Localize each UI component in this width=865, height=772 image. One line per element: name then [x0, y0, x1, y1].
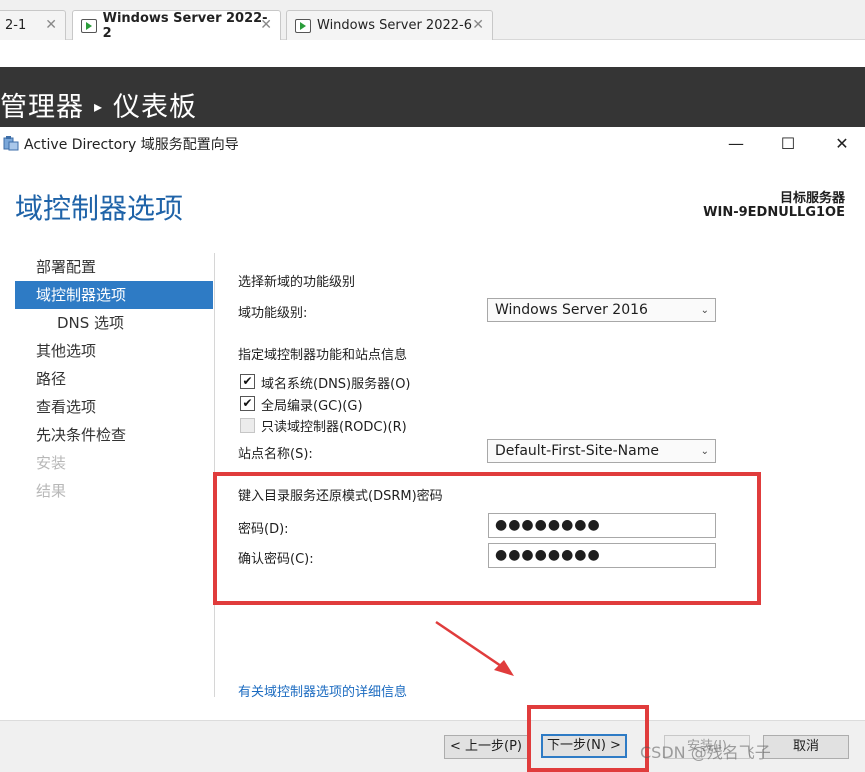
vm-icon	[295, 18, 311, 33]
vm-icon	[81, 19, 97, 33]
annotation-arrow-icon	[435, 620, 514, 676]
chevron-down-icon: ⌄	[700, 446, 709, 457]
vm-toolbar-gap	[0, 40, 865, 67]
rodc-checkbox-label: 只读域控制器(RODC)(R)	[261, 420, 407, 435]
server-manager-title: 管理器 ▸ 仪表板	[0, 92, 198, 123]
domain-level-select[interactable]: Windows Server 2016 ⌄	[487, 298, 716, 322]
nav-item-review[interactable]: 查看选项	[15, 393, 213, 421]
nav-item-additional-options[interactable]: 其他选项	[15, 337, 213, 365]
vm-tab-bar: 2-1 ✕ Windows Server 2022-2 ✕ Windows Se…	[0, 0, 865, 41]
dsrm-highlight-box	[213, 472, 761, 605]
minimize-icon[interactable]: —	[713, 127, 759, 159]
breadcrumb-separator-icon: ▸	[94, 97, 104, 116]
vm-tab-3[interactable]: Windows Server 2022-6 ✕	[286, 10, 493, 40]
page-title: 域控制器选项	[15, 192, 184, 225]
server-manager-header: 管理器 ▸ 仪表板	[0, 67, 865, 127]
gc-checkbox-label[interactable]: 全局编录(GC)(G)	[261, 395, 363, 414]
nav-item-results: 结果	[36, 482, 67, 500]
vm-tab-2[interactable]: Windows Server 2022-2 ✕	[72, 10, 281, 41]
next-highlight-box	[527, 705, 649, 772]
chevron-down-icon: ⌄	[700, 305, 709, 316]
wizard-title: Active Directory 域服务配置向导	[24, 137, 239, 153]
close-icon[interactable]: ✕	[260, 17, 272, 33]
nav-item-paths[interactable]: 路径	[15, 365, 213, 393]
cancel-button[interactable]: 取消	[763, 735, 849, 759]
nav-item-install: 安装	[36, 454, 67, 472]
domain-level-label: 域功能级别:	[238, 306, 308, 321]
site-name-label: 站点名称(S):	[238, 447, 313, 462]
vm-tab-1[interactable]: 2-1 ✕	[0, 10, 66, 40]
section-functional-level: 选择新域的功能级别	[238, 275, 356, 290]
nav-item-deployment[interactable]: 部署配置	[15, 253, 213, 281]
wizard-nav: 部署配置 域控制器选项 DNS 选项 其他选项 路径 查看选项 先决条件检查 安…	[15, 253, 213, 505]
nav-item-prereq[interactable]: 先决条件检查	[15, 421, 213, 449]
site-name-select[interactable]: Default-First-Site-Name ⌄	[487, 439, 716, 463]
wizard-titlebar: Active Directory 域服务配置向导 — ☐ ✕	[0, 127, 865, 159]
nav-item-dc-options[interactable]: 域控制器选项	[15, 281, 213, 309]
close-icon[interactable]: ✕	[472, 17, 484, 33]
gc-checkbox[interactable]: ✔	[240, 396, 255, 411]
close-icon[interactable]: ✕	[45, 17, 57, 33]
vm-tab-label: Windows Server 2022-6	[317, 18, 472, 33]
nav-item-dns-options[interactable]: DNS 选项	[15, 309, 213, 337]
prev-button[interactable]: < 上一步(P)	[444, 735, 528, 759]
target-server-label: 目标服务器	[779, 191, 845, 206]
dns-checkbox-label[interactable]: 域名系统(DNS)服务器(O)	[261, 373, 411, 392]
target-server-value: WIN-9EDNULLG1OE	[703, 205, 845, 220]
maximize-icon[interactable]: ☐	[765, 127, 811, 159]
dns-checkbox[interactable]: ✔	[240, 374, 255, 389]
more-info-link[interactable]: 有关域控制器选项的详细信息	[238, 681, 407, 700]
section-capabilities: 指定域控制器功能和站点信息	[238, 348, 408, 363]
vm-tab-label: Windows Server 2022-2	[102, 11, 268, 41]
csdn-watermark: CSDN @残名飞子	[640, 743, 771, 762]
active-directory-icon	[3, 136, 19, 151]
close-icon[interactable]: ✕	[819, 127, 865, 159]
rodc-checkbox	[240, 418, 255, 433]
vm-tab-label: 2-1	[5, 18, 27, 33]
